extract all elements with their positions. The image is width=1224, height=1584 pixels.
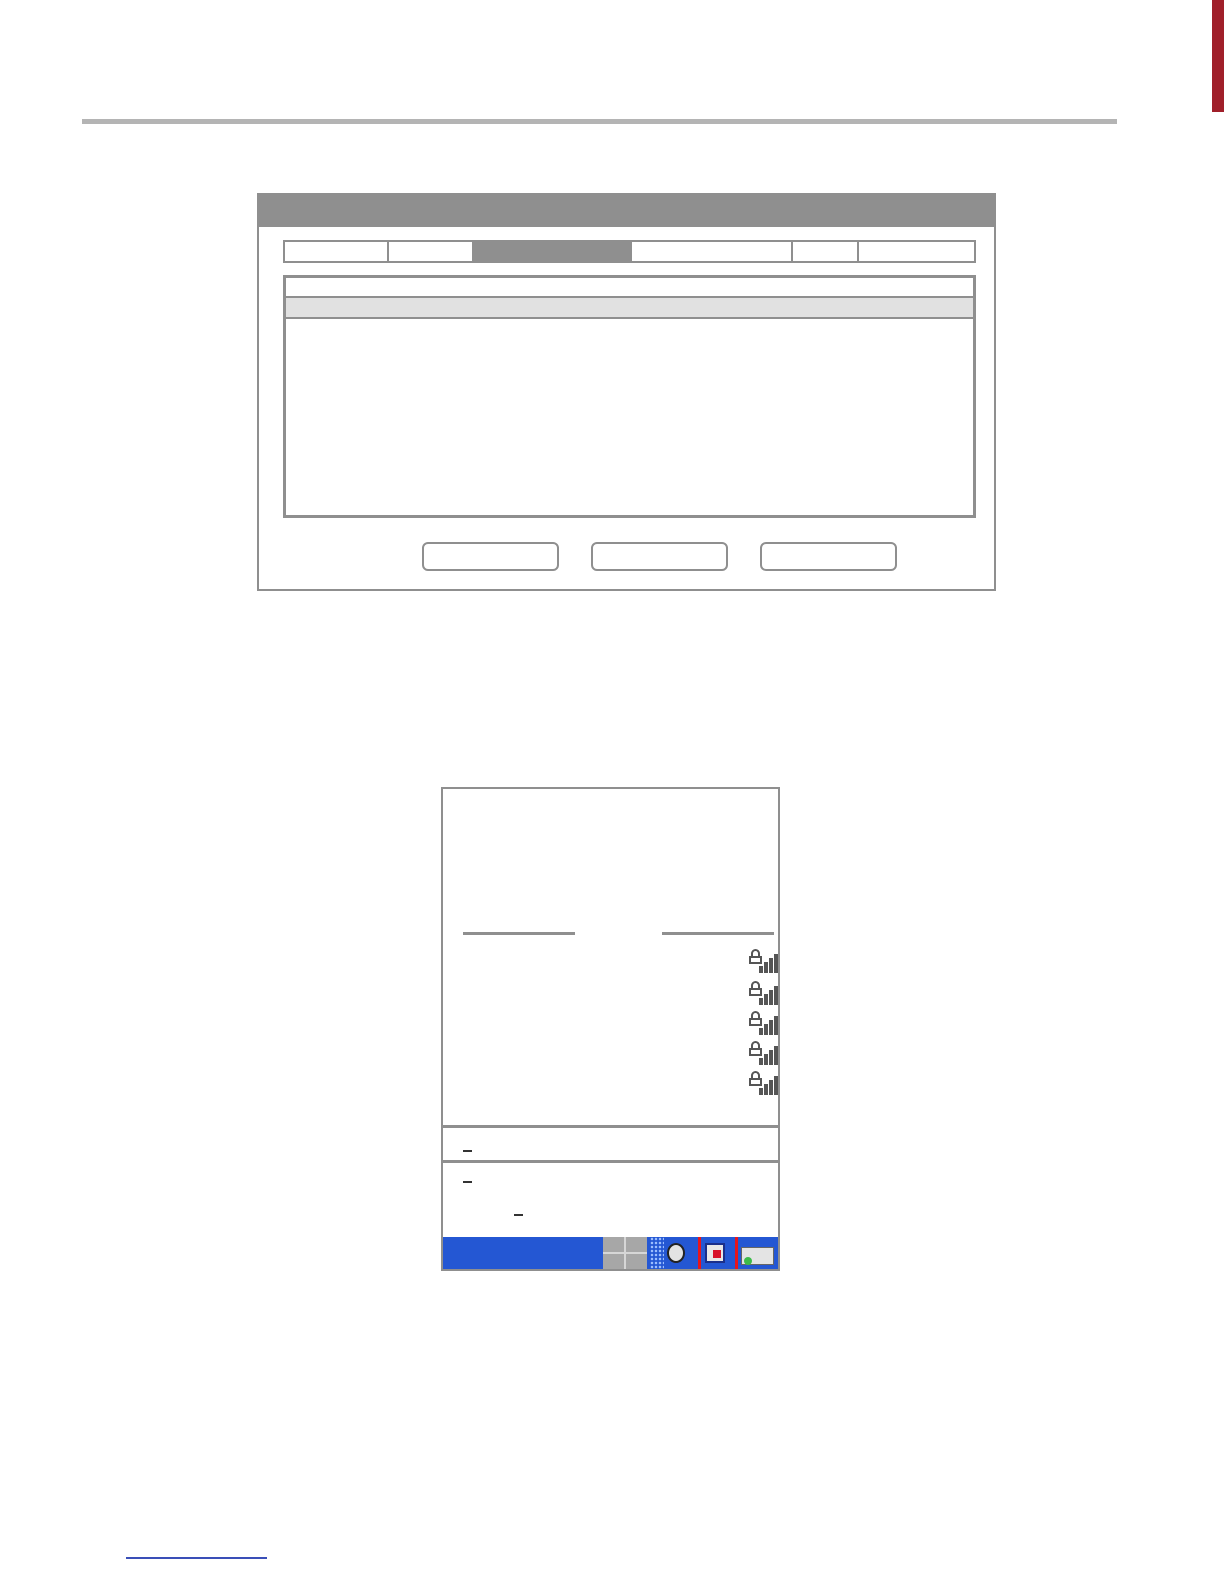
tab-4[interactable] <box>632 242 793 261</box>
network-signal-lock-icon[interactable] <box>749 981 778 1005</box>
settings-dialog <box>257 193 996 591</box>
dialog-button-3[interactable] <box>760 542 897 571</box>
network-icon[interactable] <box>705 1243 725 1263</box>
start-grid-icon[interactable] <box>603 1237 647 1269</box>
speaker-icon[interactable] <box>667 1243 685 1263</box>
list-column-header <box>286 296 973 319</box>
network-signal-lock-icon[interactable] <box>749 1011 778 1035</box>
tab-2[interactable] <box>389 242 474 261</box>
taskbar <box>443 1237 778 1269</box>
tab-3-active[interactable] <box>474 242 632 261</box>
dialog-button-2[interactable] <box>591 542 728 571</box>
column-header-right <box>662 932 774 935</box>
dialog-title-bar <box>259 195 994 227</box>
header-rule <box>82 119 1117 124</box>
dialog-button-1[interactable] <box>422 542 559 571</box>
network-signal-lock-icon[interactable] <box>749 1041 778 1065</box>
menu-divider <box>443 1160 778 1163</box>
menu-item-accelerator[interactable] <box>463 1150 472 1152</box>
tab-bar <box>283 240 976 263</box>
battery-icon[interactable] <box>741 1247 774 1265</box>
tab-6[interactable] <box>859 242 974 261</box>
column-header-left <box>463 932 575 935</box>
menu-item-accelerator[interactable] <box>514 1214 523 1216</box>
footer-link[interactable] <box>126 1557 267 1559</box>
tray-separator <box>698 1237 701 1269</box>
network-signal-lock-icon[interactable] <box>749 949 778 973</box>
device-screen <box>441 787 780 1271</box>
tab-1[interactable] <box>285 242 389 261</box>
tab-5[interactable] <box>793 242 859 261</box>
menu-item-accelerator[interactable] <box>463 1181 472 1183</box>
network-signal-lock-icon[interactable] <box>749 1071 778 1095</box>
chapter-side-tab <box>1212 0 1224 112</box>
tray-separator <box>735 1237 738 1269</box>
menu-divider <box>443 1125 778 1128</box>
network-list-box[interactable] <box>283 275 976 518</box>
keyboard-icon[interactable] <box>650 1237 664 1269</box>
